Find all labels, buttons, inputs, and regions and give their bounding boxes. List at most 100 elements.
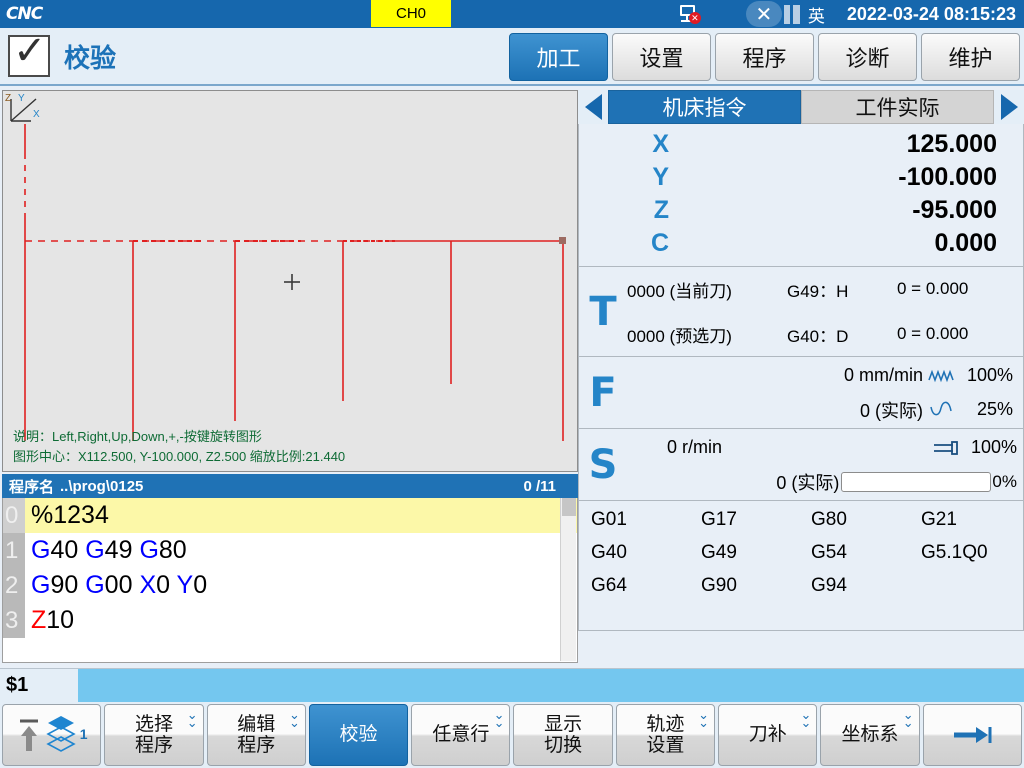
tab-settings[interactable]: 设置	[612, 33, 711, 81]
fkey-label-line1: 显示	[544, 714, 582, 735]
program-line-counter: 0 /11	[523, 478, 556, 495]
fkey-select-program[interactable]: ⌄⌄ 选择 程序	[104, 704, 203, 766]
scrollbar-thumb[interactable]	[562, 498, 576, 516]
spindle-command-percent: 100%	[965, 437, 1017, 458]
fkey-tool-compensation[interactable]: ⌄⌄ 刀补	[718, 704, 817, 766]
fkey-label-line1: 坐标系	[842, 724, 899, 745]
axis-label-c: C	[579, 229, 669, 258]
axis-label-x: X	[579, 130, 669, 159]
fkey-label-line1: 刀补	[749, 724, 787, 745]
tab-program[interactable]: 程序	[715, 33, 814, 81]
cnc-logo: CNC	[6, 3, 62, 25]
function-key-bar: 1 ⌄⌄ 选择 程序 ⌄⌄ 编辑 程序 校验 ⌄⌄ 任意行 显示 切换 ⌄⌄ 轨…	[0, 702, 1024, 768]
modal-code: G49	[701, 542, 811, 575]
tab-machine-command[interactable]: 机床指令	[608, 90, 801, 124]
tool-row-preselect: 0000 (预选刀) G40：D 0 = 0.000	[627, 312, 1023, 357]
fkey-label-line2: 程序	[135, 735, 173, 756]
axis-label-y: Y	[579, 163, 669, 192]
line-number: 0	[3, 498, 25, 533]
svg-text:Y: Y	[18, 93, 25, 104]
fkey-next-page[interactable]	[923, 704, 1022, 766]
coordinate-tabs: 机床指令 工件实际	[578, 90, 1024, 124]
modal-code: G90	[701, 575, 811, 608]
feed-actual-value: 0 (实际)	[860, 397, 923, 423]
fkey-label-line2: 设置	[646, 735, 684, 756]
svg-text:X: X	[33, 109, 40, 120]
next-coordinate-view-button[interactable]	[994, 90, 1024, 124]
modal-code-grid: G01 G17 G80 G21 G40 G49 G54 G5.1Q0 G64 G…	[578, 501, 1024, 631]
checkbox-checked-icon: ✓	[8, 35, 50, 77]
fkey-label-line2: 切换	[544, 735, 582, 756]
header-bar: ✓ 校验 加工 设置 程序 诊断 维护	[0, 28, 1024, 86]
prev-coordinate-view-button[interactable]	[578, 90, 608, 124]
fkey-verify[interactable]: 校验	[309, 704, 408, 766]
modal-code: G40	[591, 542, 701, 575]
feed-actual-percent: 25%	[961, 399, 1013, 420]
status-panel: 机床指令 工件实际 X 125.000 Y -100.000 Z -95.000…	[578, 90, 1024, 663]
modal-code: G64	[591, 575, 701, 608]
ime-book-icon[interactable]	[784, 5, 800, 24]
spindle-actual-value: 0 (实际)	[776, 469, 839, 495]
program-scrollbar[interactable]	[560, 498, 576, 661]
fkey-track-settings[interactable]: ⌄⌄ 轨迹 设置	[616, 704, 715, 766]
axis-row-z: Z -95.000	[579, 194, 1023, 227]
feed-curve-icon	[927, 401, 957, 419]
ime-close-icon[interactable]: ✕	[746, 1, 782, 27]
fkey-label-line1: 选择	[135, 714, 173, 735]
feed-letter: F	[579, 370, 627, 416]
ime-language-label[interactable]: 英	[808, 2, 825, 27]
spindle-slider-icon	[931, 439, 961, 457]
modal-code: G80	[811, 509, 921, 542]
cnc-logo-text: CNC	[6, 4, 42, 24]
tab-maintenance[interactable]: 维护	[921, 33, 1020, 81]
line-code: %1234	[25, 498, 577, 533]
mode-tabs: 加工 设置 程序 诊断 维护	[509, 33, 1020, 81]
fkey-display-switch[interactable]: 显示 切换	[513, 704, 612, 766]
tool-section: T 0000 (当前刀) G49：H 0 = 0.000 0000 (预选刀) …	[578, 267, 1024, 357]
axis-row-x: X 125.000	[579, 128, 1023, 161]
fkey-layers-up[interactable]: 1	[2, 704, 101, 766]
program-line-3[interactable]: 3 Z10	[3, 603, 577, 638]
tab-workpiece-actual[interactable]: 工件实际	[801, 90, 994, 124]
feed-command-value: 0 mm/min	[844, 365, 923, 386]
datetime-label: 2022-03-24 08:15:23	[847, 4, 1016, 25]
toolpath-svg	[3, 91, 577, 471]
program-line-2[interactable]: 2 G90 G00 X0 Y0	[3, 568, 577, 603]
chevron-down-icon: ⌄⌄	[289, 711, 300, 727]
status-bar: $1	[0, 668, 1024, 702]
fkey-label-line1: 轨迹	[646, 714, 684, 735]
spindle-letter: S	[579, 442, 627, 488]
modal-code: G17	[701, 509, 811, 542]
fkey-coordinate-system[interactable]: ⌄⌄ 坐标系	[820, 704, 919, 766]
tab-diagnosis[interactable]: 诊断	[818, 33, 917, 81]
spindle-row-actual: 0 (实际) 0%	[627, 465, 1017, 499]
layers-up-icon	[16, 715, 42, 755]
feed-command-percent: 100%	[961, 365, 1013, 386]
chevron-down-icon: ⌄⌄	[494, 711, 505, 727]
program-list[interactable]: 0 %1234 1 G40 G49 G80 2 G90 G00 X0 Y0 3 …	[2, 498, 578, 663]
feed-wave-icon	[927, 367, 957, 385]
fkey-edit-program[interactable]: ⌄⌄ 编辑 程序	[207, 704, 306, 766]
tool-row-current: 0000 (当前刀) G49：H 0 = 0.000	[627, 267, 1023, 312]
layer-badge: 1	[80, 727, 88, 743]
spindle-load-bar	[841, 472, 991, 492]
fkey-label-line1: 校验	[340, 724, 378, 745]
axis-value-y: -100.000	[669, 163, 1023, 192]
tab-machining[interactable]: 加工	[509, 33, 608, 81]
program-line-0[interactable]: 0 %1234	[3, 498, 577, 533]
svg-text:Z: Z	[5, 93, 11, 104]
channel-badge[interactable]: CH0	[371, 0, 451, 27]
title-bar: CNC CH0 ✕ ✕ 英 2022-03-24 08:15:23	[0, 0, 1024, 28]
toolpath-view[interactable]: 说明：Left,Right,Up,Down,+,-按键旋转图形 图形中心：X11…	[2, 90, 578, 472]
feed-row-actual: 0 (实际) 25%	[627, 393, 1013, 427]
stacked-diamonds-icon	[46, 713, 76, 757]
fkey-any-line[interactable]: ⌄⌄ 任意行	[411, 704, 510, 766]
program-line-1[interactable]: 1 G40 G49 G80	[3, 533, 577, 568]
line-code: Z10	[25, 603, 577, 638]
tool-radius-modal: G40：D	[787, 322, 897, 347]
program-path: ..\prog\0125	[60, 478, 143, 495]
network-disconnected-icon[interactable]: ✕	[678, 3, 704, 25]
line-number: 2	[3, 568, 25, 603]
axis-label-z: Z	[579, 196, 669, 225]
line-number: 1	[3, 533, 25, 568]
